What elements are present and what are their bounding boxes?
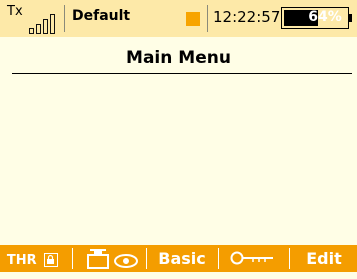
page-title: Main Menu bbox=[126, 48, 231, 68]
tx-signal: Tx bbox=[7, 4, 61, 34]
title-underline bbox=[12, 73, 352, 74]
battery-tip bbox=[349, 14, 352, 22]
key-button[interactable] bbox=[221, 245, 287, 272]
battery-percent: 64% bbox=[308, 9, 342, 25]
battery-indicator: 64% bbox=[281, 7, 352, 29]
padlock-icon bbox=[44, 252, 59, 267]
status-indicator bbox=[186, 12, 200, 26]
status-divider bbox=[64, 5, 65, 32]
basic-button[interactable]: Basic bbox=[148, 245, 216, 272]
servo-eye-icon bbox=[87, 249, 138, 269]
button-divider bbox=[72, 248, 73, 269]
edit-button[interactable]: Edit bbox=[291, 245, 357, 272]
thr-label: THR bbox=[6, 253, 37, 268]
button-divider bbox=[218, 248, 219, 269]
status-bar: Tx Default 12:22:57 64% bbox=[0, 0, 357, 37]
servo-monitor-button[interactable] bbox=[75, 245, 145, 272]
model-name[interactable]: Default bbox=[72, 8, 130, 24]
thr-lock-button[interactable]: THR bbox=[0, 245, 65, 272]
button-divider bbox=[146, 248, 147, 269]
function-key-bar: THR Basic Edit bbox=[0, 245, 357, 272]
tx-label: Tx bbox=[7, 4, 23, 19]
status-divider bbox=[207, 5, 208, 32]
key-icon bbox=[230, 251, 273, 265]
clock-time: 12:22:57 bbox=[213, 8, 281, 26]
button-divider bbox=[289, 248, 290, 269]
